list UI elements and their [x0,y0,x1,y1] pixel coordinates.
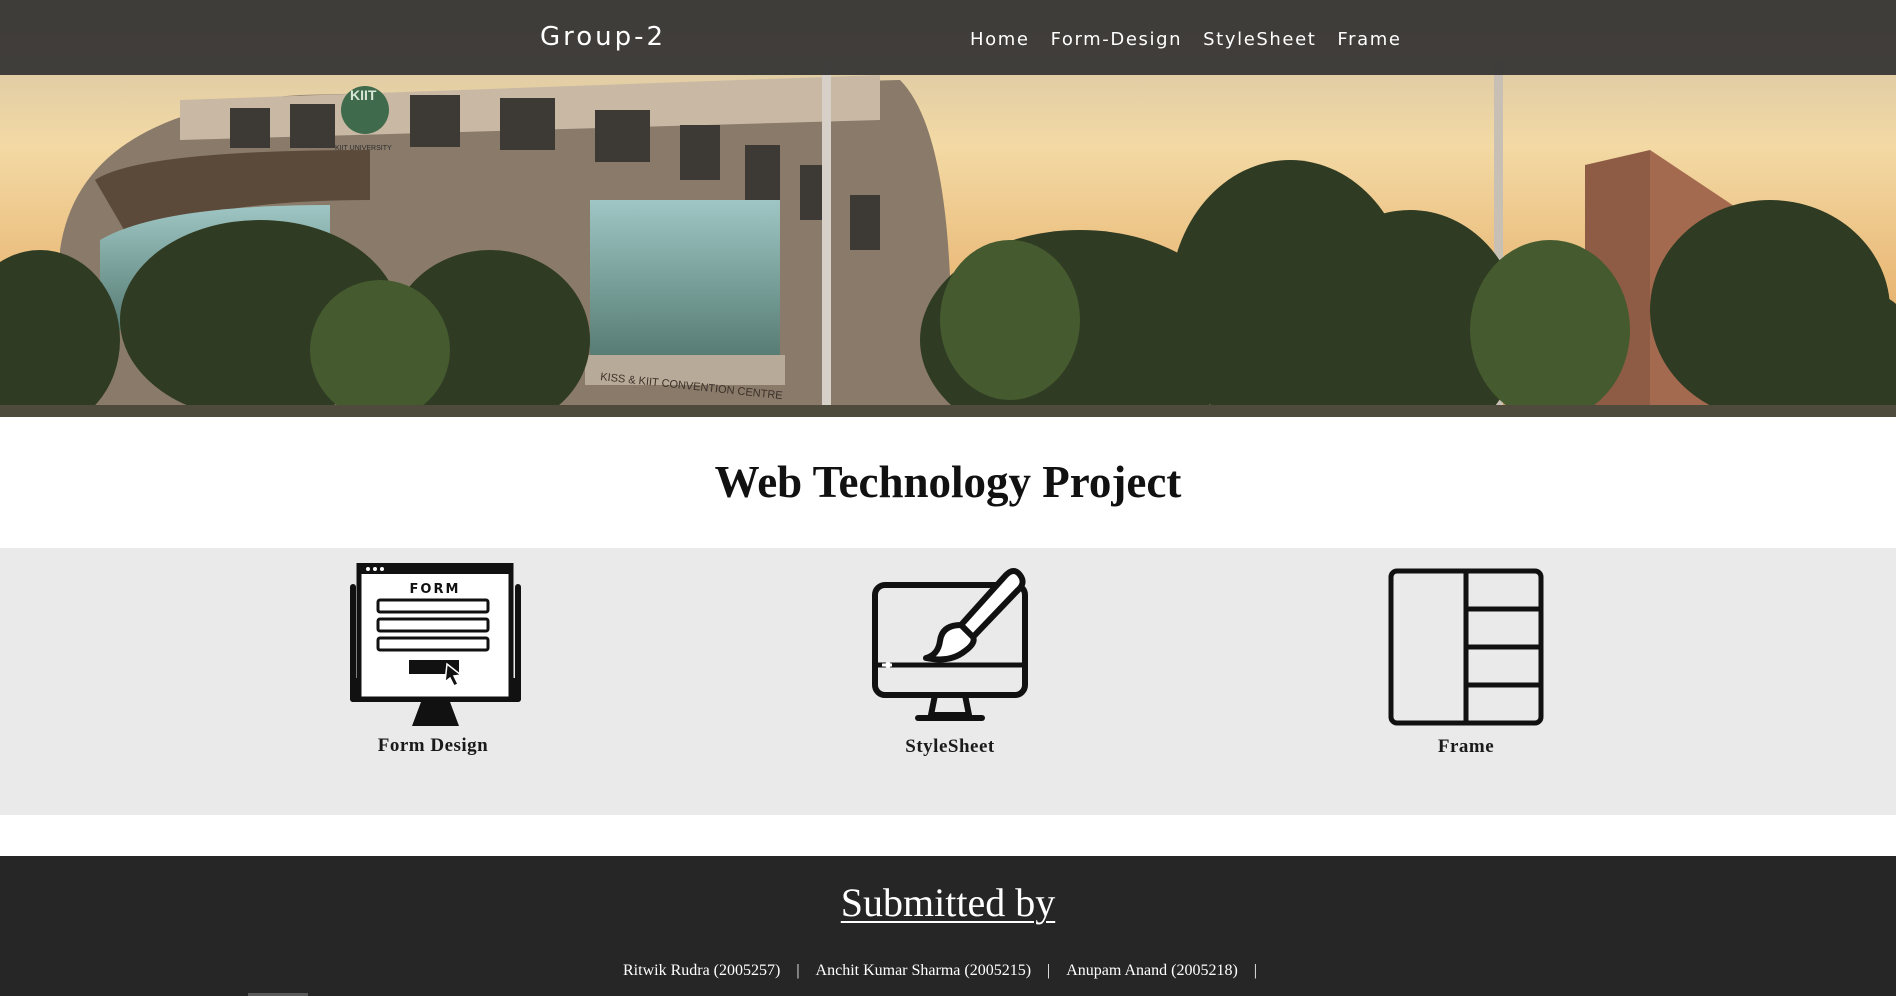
brand-title[interactable]: Group-2 [540,22,666,52]
card-stylesheet-label: StyleSheet [905,736,995,757]
footer-heading: Submitted by [840,880,1056,925]
stylesheet-icon [872,568,1028,721]
members-list: Ritwik Rudra (2005257) | Anchit Kumar Shar… [0,962,1896,980]
page-title: Web Technology Project [714,457,1182,507]
card-frame[interactable]: Frame [1346,548,1586,815]
building-logo-text: KIIT [350,87,377,103]
navbar: Group-2 Home Form-Design StyleSheet Fram… [0,0,1896,75]
card-form-design-label: Form Design [377,735,489,756]
card-frame-label: Frame [1437,736,1495,757]
form-icon-text: FORM [410,582,461,597]
footer: Submitted by Ritwik Rudra (2005257) | Anch… [0,856,1896,996]
nav-link-form-design[interactable]: Form-Design [1051,29,1183,50]
project-cards-section: FORM Form Design StyleSheet Frame [0,548,1896,815]
card-stylesheet[interactable]: StyleSheet [830,548,1070,815]
separator: | [1253,962,1257,979]
nav-links: Home Form-Design StyleSheet Frame [970,29,1402,50]
frame-icon [1388,568,1544,726]
separator: | [796,962,800,979]
hero-banner: KISS & KIIT CONVENTION CENTRE KIIT KIIT … [0,0,1896,417]
nav-link-stylesheet[interactable]: StyleSheet [1203,29,1316,50]
card-form-design[interactable]: FORM Form Design [313,548,553,815]
member-name: Anupam Anand (2005218) [1066,962,1238,979]
separator: | [1047,962,1051,979]
member-name: Anchit Kumar Sharma (2005215) [815,962,1032,979]
nav-link-frame[interactable]: Frame [1337,29,1401,50]
building-logo-subtext: KIIT UNIVERSITY [335,145,392,152]
form-design-icon: FORM [350,563,521,726]
member-name: Ritwik Rudra (2005257) [623,962,781,979]
nav-link-home[interactable]: Home [970,29,1030,50]
